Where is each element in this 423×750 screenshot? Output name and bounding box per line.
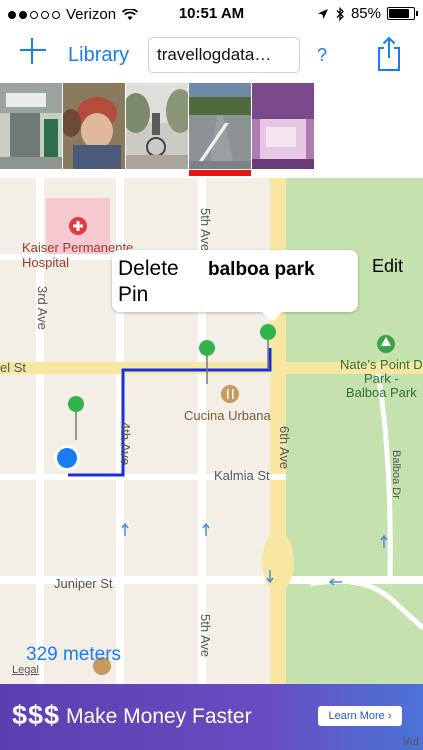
pin-callout: Delete Pin balboa park Edit: [112, 250, 403, 322]
bluetooth-icon: [336, 6, 344, 21]
juniper-st-label: Juniper St: [54, 576, 113, 591]
share-icon[interactable]: [376, 36, 402, 72]
pin-3: [260, 324, 276, 340]
log-name-field[interactable]: travellogdata…: [148, 37, 300, 73]
callout-title: balboa park: [208, 259, 315, 280]
nates-point-label: Nate's Point D Park - Balboa Park: [340, 357, 423, 400]
photo-strip: [0, 83, 423, 175]
sixth-ave-label: 6th Ave: [277, 426, 292, 470]
location-arrow-icon: [317, 8, 328, 19]
battery-percent: 85%: [350, 5, 381, 22]
library-button[interactable]: Library: [68, 44, 129, 67]
toolbar: Library travellogdata… ?: [0, 30, 423, 82]
thumbnail-road-photo[interactable]: [189, 83, 251, 169]
pin-2: [199, 340, 215, 356]
add-button[interactable]: [18, 36, 48, 66]
restaurant-icon: [221, 385, 239, 403]
thumbnail-cyclist-photo[interactable]: [126, 83, 188, 169]
delete-pin-button[interactable]: Delete Pin: [118, 256, 198, 308]
ad-headline: Make Money Faster: [66, 705, 252, 728]
third-ave-label: 3rd Ave: [35, 286, 50, 330]
legal-link[interactable]: Legal: [12, 664, 39, 676]
pin-1: [68, 396, 84, 412]
status-right: 85%: [317, 5, 418, 22]
fifth-ave-top-label: 5th Ave: [198, 208, 213, 252]
ad-dollars: $$$: [12, 700, 61, 730]
iad-badge: iAd: [403, 736, 419, 748]
thumbnail-child-photo[interactable]: [63, 83, 125, 169]
learn-more-button[interactable]: Learn More ›: [318, 706, 402, 726]
laurel-st-label: el St: [0, 360, 27, 375]
cucina-urbana-label: Cucina Urbana: [184, 408, 271, 423]
kalmia-st-label: Kalmia St: [214, 468, 270, 483]
balboa-dr-label: Balboa Dr: [390, 450, 402, 499]
fourth-ave-label: 4th Ave: [118, 422, 133, 466]
fifth-ave-label: 5th Ave: [198, 614, 213, 658]
current-location-dot: [57, 448, 77, 468]
map-view[interactable]: Kaiser Permanente Hospital 3rd Ave 4th A…: [0, 178, 423, 684]
edit-pin-button[interactable]: Edit: [372, 256, 403, 277]
scale-label: 329 meters: [26, 644, 122, 665]
ad-banner[interactable]: $$$ Make Money Faster Learn More › iAd: [0, 684, 423, 750]
battery-icon: [387, 7, 418, 20]
thumbnail-room-photo[interactable]: [252, 83, 314, 169]
thumbnail-hospital-photo[interactable]: [0, 83, 62, 169]
selected-thumbnail-indicator: [189, 170, 251, 176]
help-button[interactable]: ?: [317, 45, 327, 66]
status-bar: Verizon 10:51 AM 85%: [0, 0, 423, 30]
